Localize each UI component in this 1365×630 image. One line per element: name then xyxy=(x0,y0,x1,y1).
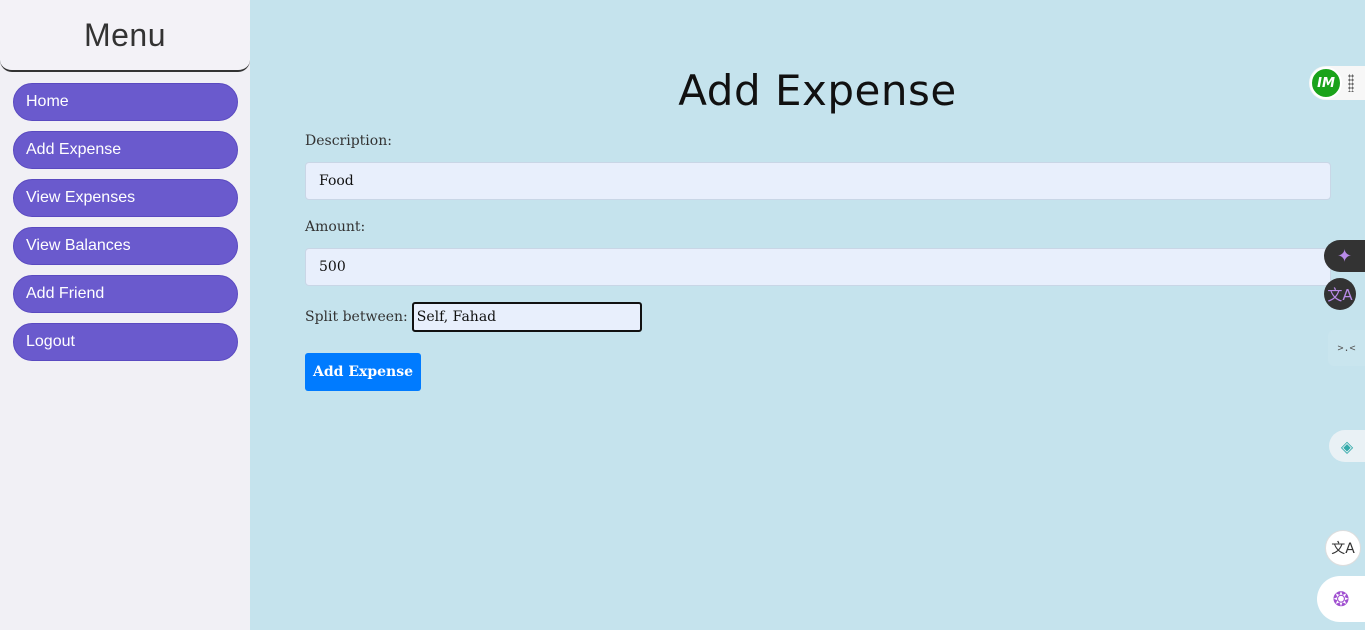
description-input[interactable] xyxy=(305,162,1331,200)
amount-input[interactable] xyxy=(305,248,1331,286)
drag-handle-icon[interactable] xyxy=(1348,74,1354,92)
menu-header: Menu xyxy=(0,0,250,72)
page-translate-icon[interactable]: 文A xyxy=(1325,530,1361,566)
add-expense-button[interactable]: Add Expense xyxy=(305,353,421,391)
description-label: Description: xyxy=(305,133,392,149)
amount-label: Amount: xyxy=(305,219,366,235)
translate-icon[interactable]: 文A xyxy=(1324,278,1356,310)
sidebar-item-add-friend[interactable]: Add Friend xyxy=(13,275,238,313)
sparkle-icon[interactable]: ✦ xyxy=(1324,240,1365,272)
sidebar-nav: Home Add Expense View Expenses View Bala… xyxy=(0,72,250,361)
sidebar-item-view-balances[interactable]: View Balances xyxy=(13,227,238,265)
brain-icon[interactable]: ❂ xyxy=(1317,576,1365,622)
sidebar-item-view-expenses[interactable]: View Expenses xyxy=(13,179,238,217)
assistant-face-icon[interactable]: >.< xyxy=(1328,330,1365,366)
split-row: Split between: xyxy=(305,302,642,332)
sidebar-item-logout[interactable]: Logout xyxy=(13,323,238,361)
im-extension-widget[interactable]: IM xyxy=(1309,66,1365,100)
main-content: Add Expense Description: Amount: Split b… xyxy=(250,0,1365,630)
split-input[interactable] xyxy=(411,302,642,332)
menu-title: Menu xyxy=(83,16,167,53)
im-logo-icon: IM xyxy=(1310,67,1342,99)
sidebar-item-add-expense[interactable]: Add Expense xyxy=(13,131,238,169)
layers-icon[interactable]: ◈ xyxy=(1329,430,1365,462)
sidebar: Menu Home Add Expense View Expenses View… xyxy=(0,0,250,630)
split-label: Split between: xyxy=(305,309,408,325)
sidebar-item-home[interactable]: Home xyxy=(13,83,238,121)
page-title: Add Expense xyxy=(678,66,957,115)
